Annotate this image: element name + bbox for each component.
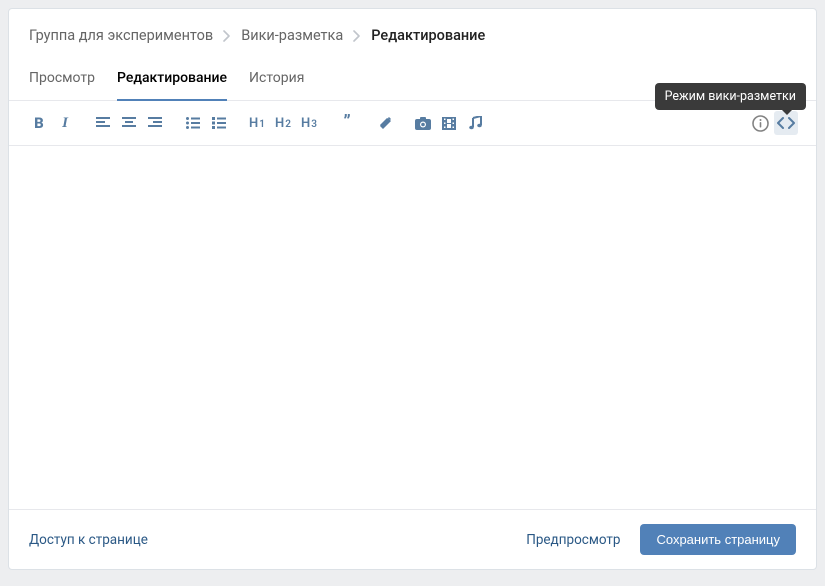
breadcrumb-group[interactable]: Группа для экспериментов (29, 27, 213, 44)
heading3-icon: H3 (301, 116, 317, 131)
quote-button[interactable]: ” (335, 111, 359, 135)
code-icon (777, 116, 795, 130)
video-button[interactable] (437, 111, 461, 135)
bold-button[interactable]: B (27, 111, 51, 135)
heading3-button[interactable]: H3 (297, 111, 321, 135)
breadcrumb-current: Редактирование (371, 27, 485, 44)
italic-button[interactable]: I (53, 111, 77, 135)
align-center-icon (122, 117, 136, 129)
unordered-list-button[interactable] (181, 111, 205, 135)
align-center-button[interactable] (117, 111, 141, 135)
heading1-icon: H1 (249, 116, 265, 131)
tab-preview[interactable]: Просмотр (29, 58, 95, 100)
heading2-icon: H2 (275, 116, 291, 131)
film-icon (442, 117, 456, 130)
info-button[interactable] (748, 111, 772, 135)
italic-icon: I (62, 115, 68, 132)
align-right-button[interactable] (143, 111, 167, 135)
preview-link[interactable]: Предпросмотр (526, 532, 620, 548)
editor-card: Группа для экспериментов Вики-разметка Р… (8, 8, 817, 570)
unordered-list-icon (186, 117, 200, 129)
ordered-list-button[interactable] (207, 111, 231, 135)
quote-icon: ” (343, 118, 350, 128)
align-left-button[interactable] (91, 111, 115, 135)
page-access-link[interactable]: Доступ к странице (29, 532, 148, 548)
ordered-list-icon (212, 117, 226, 129)
link-button[interactable] (373, 111, 397, 135)
breadcrumb-section[interactable]: Вики-разметка (241, 27, 343, 44)
audio-button[interactable] (463, 111, 487, 135)
music-icon (469, 116, 482, 130)
tooltip-wiki-mode: Режим вики-разметки (655, 83, 806, 110)
toolbar-container: Режим вики-разметки B I (9, 101, 816, 146)
heading1-button[interactable]: H1 (245, 111, 269, 135)
camera-icon (415, 117, 431, 130)
bold-icon: B (34, 114, 44, 132)
heading2-button[interactable]: H2 (271, 111, 295, 135)
info-icon (752, 115, 769, 132)
tab-edit[interactable]: Редактирование (117, 58, 227, 100)
align-left-icon (96, 117, 110, 129)
photo-button[interactable] (411, 111, 435, 135)
tab-history[interactable]: История (249, 58, 304, 100)
save-button[interactable]: Сохранить страницу (640, 524, 796, 555)
editor-textarea[interactable] (9, 146, 816, 509)
align-right-icon (148, 117, 162, 129)
link-icon (378, 116, 392, 130)
chevron-right-icon (353, 30, 361, 42)
footer: Доступ к странице Предпросмотр Сохранить… (9, 509, 816, 569)
chevron-right-icon (223, 30, 231, 42)
breadcrumb: Группа для экспериментов Вики-разметка Р… (9, 9, 816, 58)
